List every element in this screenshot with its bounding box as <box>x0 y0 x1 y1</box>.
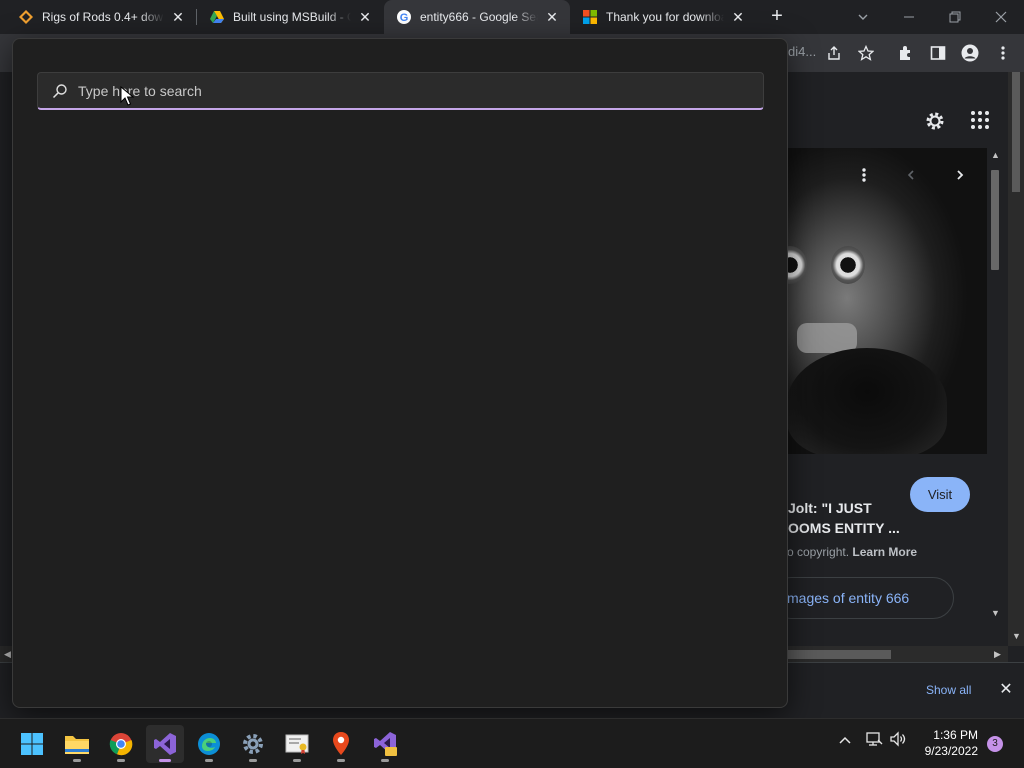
image-mouth <box>787 348 947 454</box>
page-scrollbar-thumb[interactable] <box>1012 72 1020 192</box>
start-search-flyout <box>12 38 788 708</box>
edge-icon <box>198 733 220 755</box>
minimize-button[interactable] <box>886 0 932 34</box>
mouse-pointer-icon <box>120 86 134 106</box>
search-icon <box>52 83 67 98</box>
clock-date: 9/23/2022 <box>924 744 978 758</box>
copyright-notice: o copyright. Learn More <box>787 545 917 559</box>
google-settings-gear-icon[interactable] <box>924 110 946 132</box>
share-icon[interactable] <box>823 42 845 64</box>
scroll-down-arrow-icon[interactable]: ▼ <box>991 608 1000 618</box>
certificate-icon <box>285 734 309 754</box>
running-indicator <box>337 759 345 762</box>
copyright-text: o copyright. <box>787 545 850 559</box>
start-search-box[interactable] <box>37 72 764 110</box>
taskbar-clock[interactable]: 1:36 PM 9/23/2022 <box>908 727 978 759</box>
visual-studio-icon <box>154 733 176 755</box>
active-indicator <box>159 759 171 762</box>
tab-thank-you[interactable]: Thank you for downloading ✕ <box>570 0 756 34</box>
visual-studio-preview-button[interactable] <box>366 725 404 763</box>
close-tab-icon[interactable]: ✕ <box>170 9 186 25</box>
panel-scrollbar-thumb[interactable] <box>991 170 999 270</box>
image-eye-left <box>787 246 807 284</box>
tab-title: Rigs of Rods 0.4+ download <box>42 10 164 24</box>
google-apps-grid-icon[interactable] <box>970 110 992 132</box>
running-indicator <box>205 759 213 762</box>
new-tab-button[interactable]: + <box>766 5 788 27</box>
close-window-button[interactable] <box>978 0 1024 34</box>
scroll-left-arrow-icon[interactable]: ◀ <box>4 649 11 660</box>
maps-app-button[interactable] <box>322 725 360 763</box>
running-indicator <box>249 759 257 762</box>
show-all-downloads-link[interactable]: Show all <box>926 683 971 697</box>
tab-google-drive[interactable]: Built using MSBuild - Google Drive ✕ <box>197 0 383 34</box>
visit-button[interactable]: Visit <box>910 477 970 512</box>
clock-time: 1:36 PM <box>933 728 978 742</box>
extensions-puzzle-icon[interactable] <box>895 42 917 64</box>
running-indicator <box>73 759 81 762</box>
certificate-app-button[interactable] <box>278 725 316 763</box>
folder-icon <box>65 736 89 754</box>
previous-image-icon[interactable] <box>897 161 925 189</box>
tab-title: entity666 - Google Search <box>420 10 538 24</box>
chrome-taskbar-button[interactable] <box>102 725 140 763</box>
tab-title: Thank you for downloading <box>606 10 724 24</box>
rigs-of-rods-icon <box>18 9 34 25</box>
learn-more-link[interactable]: Learn More <box>852 545 917 559</box>
desktop-screen: Rigs of Rods 0.4+ download ✕ Built using… <box>0 0 1024 768</box>
page-scroll-down-icon[interactable]: ▼ <box>1012 631 1021 641</box>
close-tab-icon[interactable]: ✕ <box>544 9 560 25</box>
scroll-right-arrow-icon[interactable]: ▶ <box>994 649 1001 660</box>
notification-count-badge[interactable]: 3 <box>987 736 1003 752</box>
bookmark-star-icon[interactable] <box>855 42 877 64</box>
running-indicator <box>293 759 301 762</box>
map-pin-icon <box>333 732 349 755</box>
next-image-icon[interactable] <box>946 161 974 189</box>
file-explorer-button[interactable] <box>58 725 96 763</box>
panel-scrollbar[interactable]: ▲ ▼ <box>987 148 1003 622</box>
visual-studio-preview-icon <box>374 732 397 756</box>
restore-button[interactable] <box>932 0 978 34</box>
show-hidden-icons-chevron-icon[interactable] <box>838 733 852 748</box>
edge-taskbar-button[interactable] <box>190 725 228 763</box>
running-indicator <box>117 759 125 762</box>
tab-title: Built using MSBuild - Google Drive <box>233 10 351 24</box>
hscroll-thumb[interactable] <box>787 650 891 659</box>
windows-logo-icon <box>21 733 43 755</box>
visual-studio-taskbar-button[interactable] <box>146 725 184 763</box>
running-indicator <box>381 759 389 762</box>
gear-icon <box>243 734 263 754</box>
more-options-icon[interactable] <box>850 161 878 189</box>
volume-speaker-icon[interactable] <box>889 731 907 750</box>
settings-taskbar-button[interactable] <box>234 725 272 763</box>
side-panel-icon[interactable] <box>927 42 949 64</box>
close-download-bar-icon[interactable]: ✕ <box>996 680 1016 700</box>
windows-taskbar <box>0 718 1024 768</box>
close-tab-icon[interactable]: ✕ <box>730 9 746 25</box>
tab-rigs-of-rods[interactable]: Rigs of Rods 0.4+ download ✕ <box>6 0 196 34</box>
google-drive-icon <box>209 9 225 25</box>
close-tab-icon[interactable]: ✕ <box>357 9 373 25</box>
page-vertical-scrollbar[interactable]: ▼ <box>1008 72 1024 646</box>
start-button[interactable] <box>13 725 51 763</box>
browser-tab-strip: Rigs of Rods 0.4+ download ✕ Built using… <box>0 0 1024 34</box>
tab-search-chevron-icon[interactable] <box>840 0 886 34</box>
scroll-up-arrow-icon[interactable]: ▲ <box>991 150 1000 160</box>
search-input[interactable] <box>78 75 763 106</box>
entity-preview-image[interactable] <box>787 148 987 454</box>
omnibox-url-fragment[interactable]: di4... <box>788 44 816 59</box>
network-icon[interactable] <box>865 731 883 750</box>
chrome-icon <box>109 733 133 756</box>
chrome-menu-icon[interactable] <box>992 42 1014 64</box>
result-title[interactable]: Jolt: "I JUST OOMS ENTITY ... <box>788 498 908 538</box>
profile-avatar-icon[interactable] <box>959 42 981 64</box>
google-icon: G <box>396 9 412 25</box>
tab-google-search[interactable]: G entity666 - Google Search ✕ <box>384 0 570 34</box>
image-eye-right <box>831 246 865 284</box>
microsoft-icon <box>582 9 598 25</box>
related-images-button[interactable]: mages of entity 666 <box>770 577 954 619</box>
svg-text:G: G <box>400 12 409 24</box>
